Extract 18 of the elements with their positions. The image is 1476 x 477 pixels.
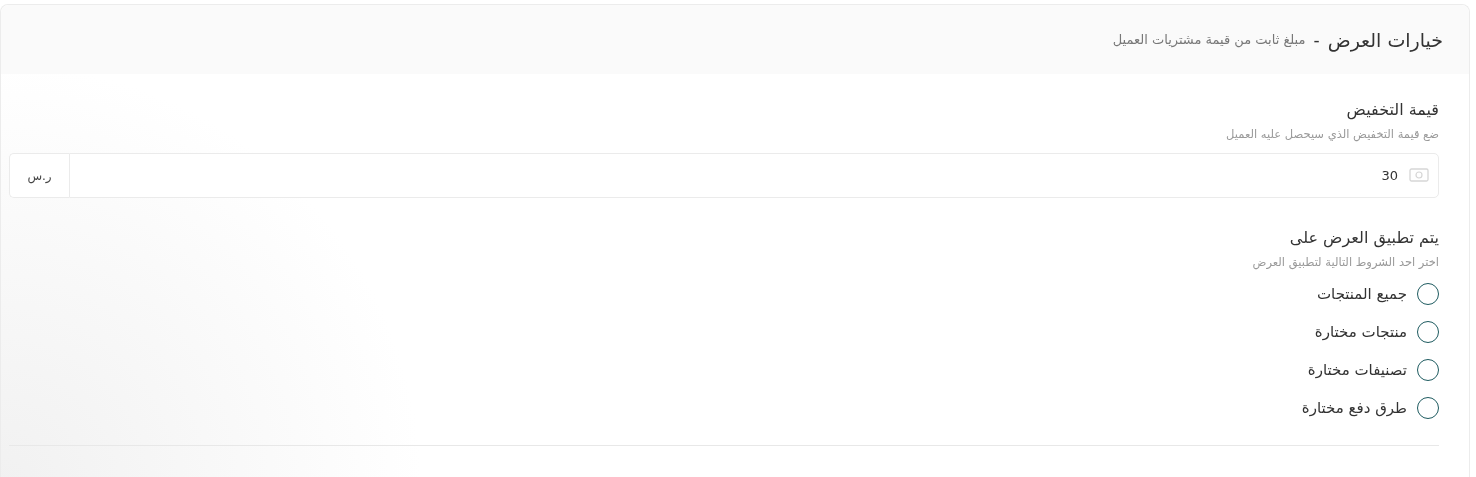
field-label: يتم تطبيق العرض على bbox=[1288, 228, 1439, 247]
radio-button[interactable] bbox=[1417, 397, 1439, 419]
radio-label[interactable]: طرق دفع مختارة bbox=[1301, 399, 1407, 417]
amount-input[interactable]: 30 bbox=[69, 153, 1439, 198]
radio-label[interactable]: جميع المنتجات bbox=[1316, 285, 1407, 303]
field-hint: اختر احد الشروط التالية لتطبيق العرض bbox=[1251, 255, 1439, 269]
banknote-icon bbox=[1409, 168, 1429, 182]
currency-addon: ر.س bbox=[9, 153, 69, 198]
card-subtitle: مبلغ ثابت من قيمة مشتريات العميل bbox=[1112, 32, 1306, 47]
field-label: قيمة التخفيض bbox=[1345, 100, 1439, 119]
radio-button[interactable] bbox=[1417, 283, 1439, 305]
title-separator: - bbox=[1313, 29, 1320, 50]
radio-button[interactable] bbox=[1417, 321, 1439, 343]
field-hint: ضع قيمة التخفيض الذي سيحصل عليه العميل bbox=[1225, 127, 1439, 141]
radio-label[interactable]: منتجات مختارة bbox=[1314, 323, 1407, 341]
radio-button[interactable] bbox=[1417, 359, 1439, 381]
radio-label[interactable]: تصنيفات مختارة bbox=[1307, 361, 1407, 379]
card-title: خيارات العرض bbox=[1327, 28, 1443, 51]
